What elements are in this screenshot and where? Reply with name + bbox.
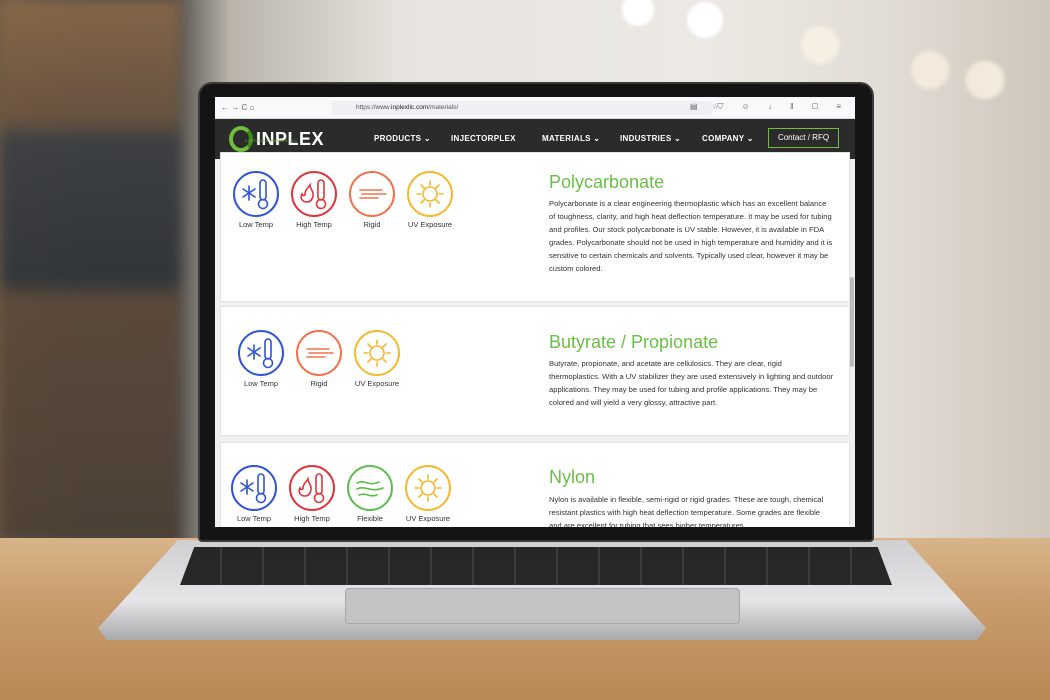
nav-industries[interactable]: INDUSTRIES ⌄ (620, 134, 681, 143)
uv-exposure-icon (407, 171, 453, 217)
laptop-keyboard (180, 547, 892, 585)
material-description: Nylon is available in flexible, semi-rig… (549, 495, 824, 527)
material-description: Polycarbonate is a clear engineering the… (549, 199, 833, 273)
address-bar[interactable]: https://www.inplexllc.com/materials/ (332, 101, 712, 115)
browser-nav-buttons[interactable]: ← → C ⌂ (221, 103, 254, 112)
url-path: /materials/ (428, 104, 459, 111)
material-card-butyrate: Low Temp Rigid UV Exposure Butyrate / Prop… (220, 306, 850, 436)
high-temp-icon (289, 465, 335, 511)
low-temp-icon (238, 330, 284, 376)
feature-uv-exposure: UV Exposure (353, 329, 401, 388)
feature-flexible: Flexible (346, 464, 394, 523)
material-title: Nylon (549, 467, 596, 487)
nav-company[interactable]: COMPANY ⌄ (702, 134, 754, 143)
feature-label: UV Exposure (407, 220, 453, 229)
material-title: Polycarbonate (549, 172, 665, 192)
feature-low-temp: Low Temp (232, 170, 280, 229)
rigid-icon (296, 330, 342, 376)
material-description: Butyrate, propionate, and acetate are ce… (549, 359, 834, 407)
nav-materials[interactable]: MATERIALS ⌄ (542, 134, 600, 143)
feature-low-temp: Low Temp (230, 464, 278, 523)
nav-injectorplex[interactable]: INJECTORPLEX (451, 134, 516, 143)
laptop-trackpad (345, 588, 740, 624)
low-temp-icon (231, 465, 277, 511)
browser-extension-icons[interactable]: ⛉ ☺ ↓ ǁ ▢ ≡ (717, 102, 849, 112)
feature-rigid: Rigid (348, 170, 396, 229)
contact-rfq-button[interactable]: Contact / RFQ (768, 128, 839, 148)
feature-label: UV Exposure (354, 379, 400, 388)
uv-exposure-icon (405, 465, 451, 511)
material-card-nylon: Low Temp High Temp Flexible UV Exposure Nyl… (220, 442, 850, 527)
url-domain: inplexllc.com (391, 104, 429, 111)
feature-high-temp: High Temp (290, 170, 338, 229)
browser-toolbar: ← → C ⌂ https://www.inplexllc.com/materi… (215, 97, 855, 119)
url-prefix: https://www. (356, 104, 392, 111)
high-temp-icon (291, 171, 337, 217)
material-card-polycarbonate: Low Temp High Temp Rigid UV Exposure Polyca… (220, 152, 850, 302)
feature-uv-exposure: UV Exposure (406, 170, 454, 229)
feature-high-temp: High Temp (288, 464, 336, 523)
material-title: Butyrate / Propionate (549, 332, 719, 352)
rigid-icon (349, 171, 395, 217)
logo-subtitle: CUSTOM EXTRUDERS, LLC (245, 139, 298, 143)
background-shelf (0, 0, 180, 540)
feature-low-temp: Low Temp (237, 329, 285, 388)
page-scrollbar[interactable] (850, 277, 854, 367)
laptop-screen: ← → C ⌂ https://www.inplexllc.com/materi… (215, 97, 855, 527)
feature-label: UV Exposure (405, 514, 451, 523)
flexible-icon (347, 465, 393, 511)
low-temp-icon (233, 171, 279, 217)
nav-products[interactable]: PRODUCTS ⌄ (374, 134, 431, 143)
feature-uv-exposure: UV Exposure (404, 464, 452, 523)
feature-rigid: Rigid (295, 329, 343, 388)
uv-exposure-icon (354, 330, 400, 376)
